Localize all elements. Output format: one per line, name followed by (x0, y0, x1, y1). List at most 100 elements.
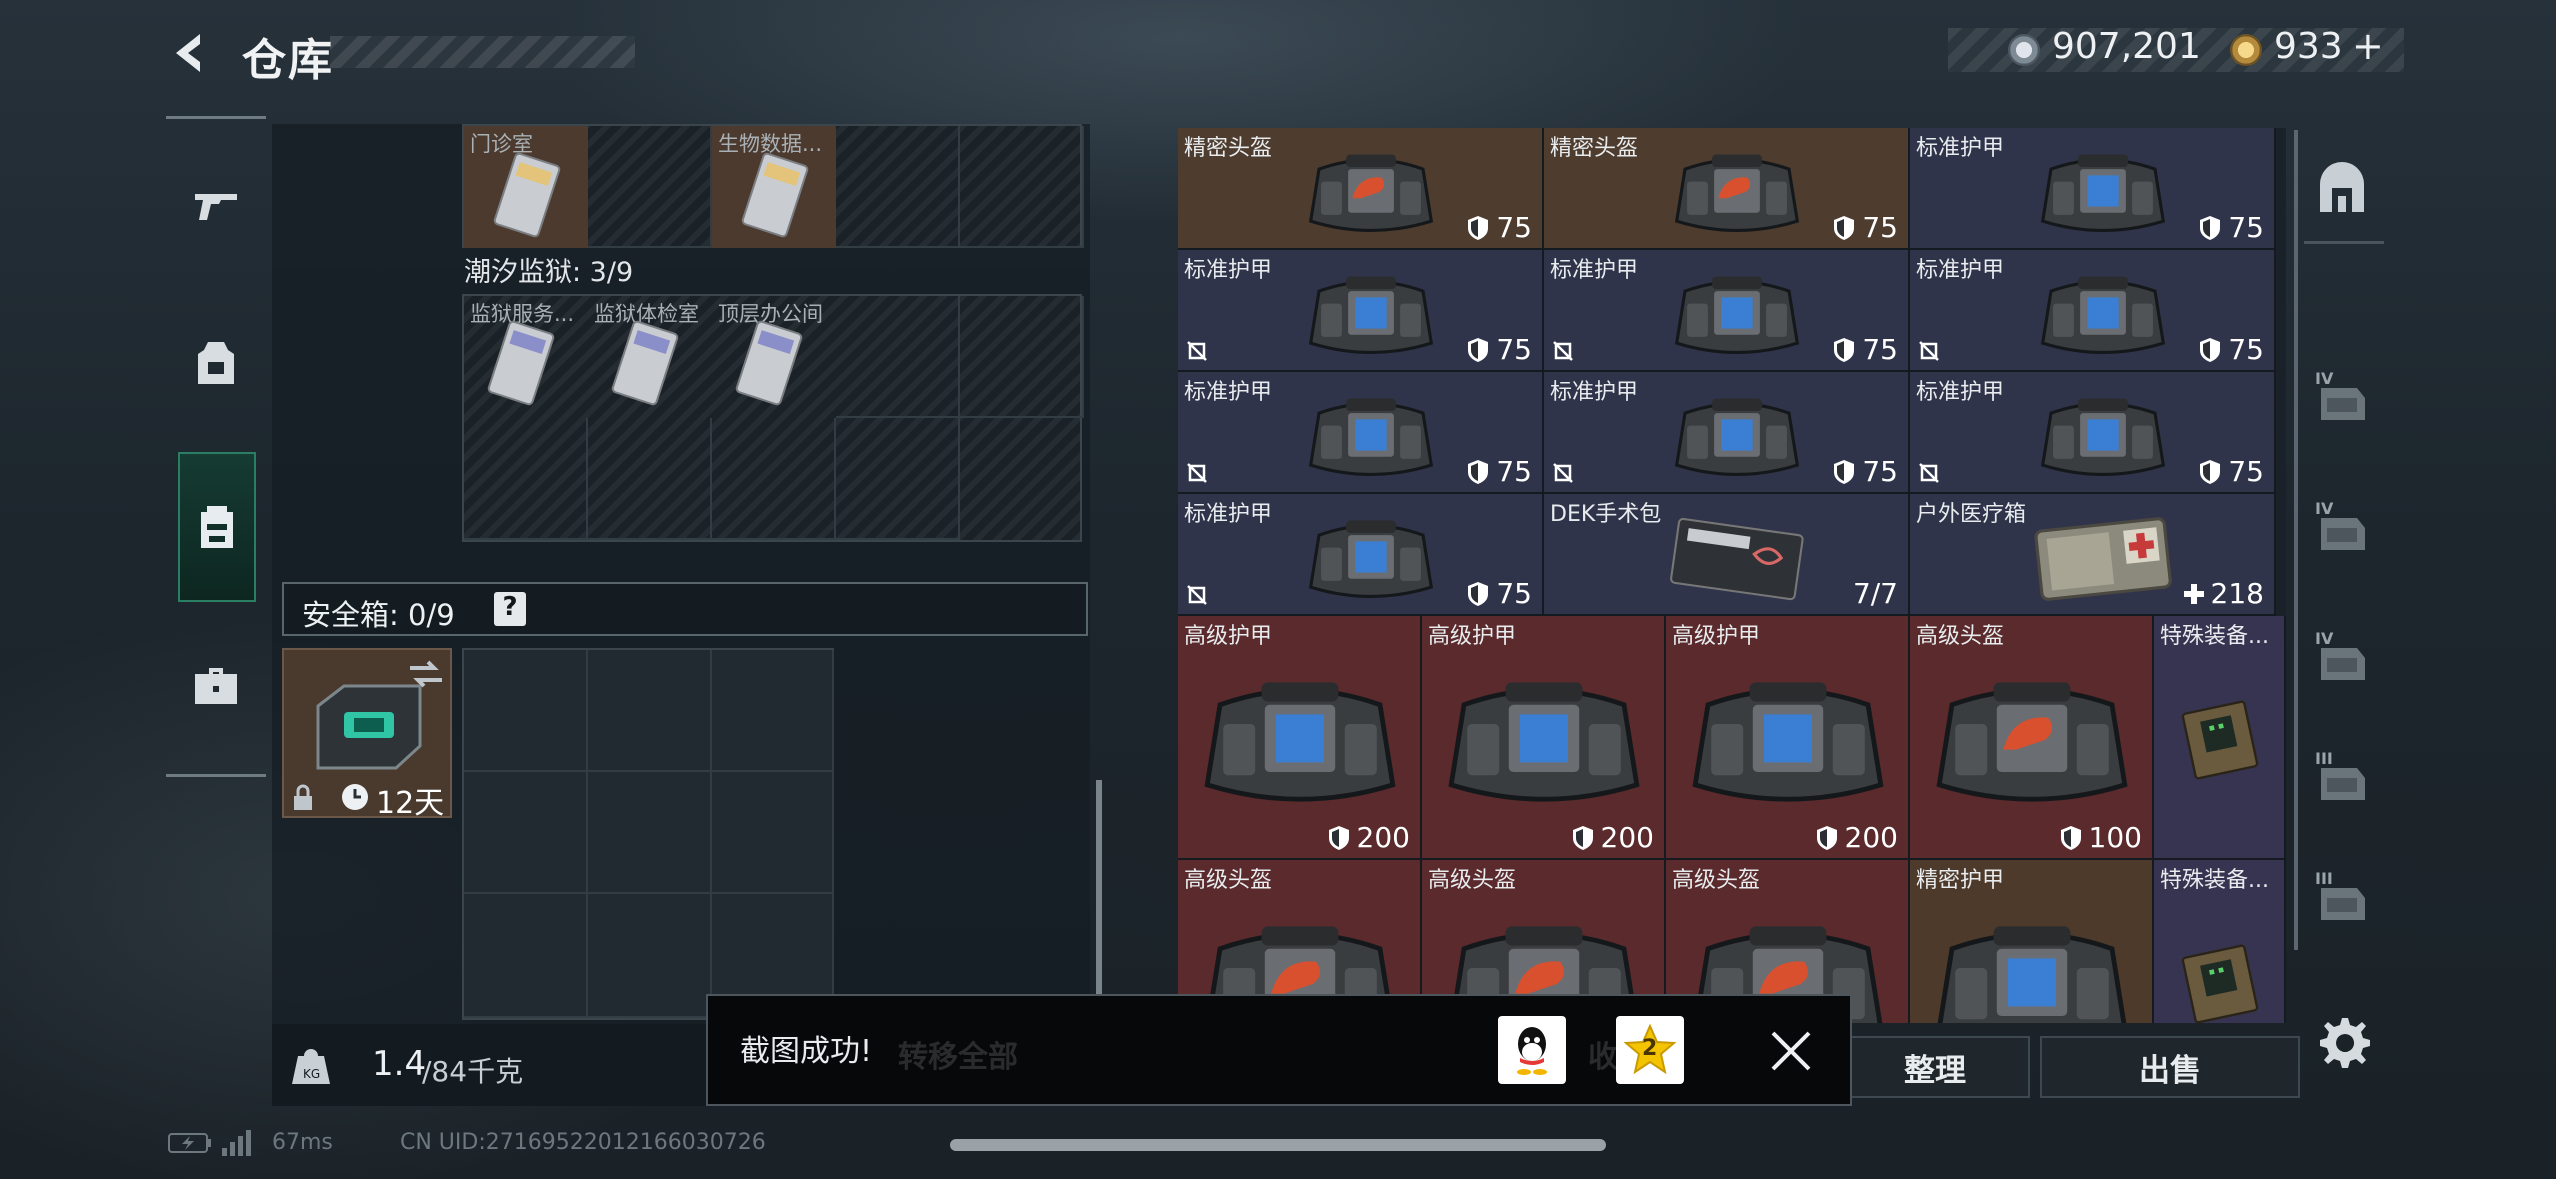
item-name: 精密头盔 (1184, 136, 1273, 161)
keycard-biodata[interactable]: 生物数据... (712, 126, 836, 248)
item-value: 200 (1327, 821, 1410, 854)
item-value: 75 (1466, 577, 1532, 610)
prison-keys-title: 潮汐监狱: 3/9 (464, 257, 634, 288)
stash-item-large[interactable]: 高级护甲 200 (1178, 616, 1422, 860)
share-qzone-icon[interactable]: 2 (1616, 1016, 1684, 1084)
safe-case-item[interactable]: 12天 (282, 648, 452, 821)
empty-slot[interactable] (836, 296, 960, 418)
item-name: 高级头盔 (1916, 624, 2005, 649)
nav-backpack-tab[interactable] (178, 452, 256, 602)
item-value: 100 (2059, 821, 2142, 854)
swap-icon[interactable] (408, 660, 444, 688)
stash-item-large[interactable]: 高级护甲 200 (1422, 616, 1666, 860)
stash-item-large[interactable]: 高级头盔 100 (1910, 616, 2154, 860)
item-name: 特殊装备... (2160, 624, 2269, 649)
broken-durability-icon (1187, 585, 1207, 605)
stash-item[interactable]: 标准护甲 75 (1544, 250, 1910, 372)
filter-all-icon[interactable] (2314, 162, 2370, 222)
empty-slot[interactable] (464, 418, 588, 540)
empty-slot[interactable] (712, 418, 836, 540)
durability-shield-icon (1468, 215, 1489, 240)
stash-item[interactable]: 精密头盔 75 (1544, 128, 1910, 250)
keycard-prison-exam[interactable]: 监狱体检室 (588, 296, 712, 418)
sell-button[interactable]: 出售 (2040, 1036, 2300, 1098)
stash-item[interactable]: 标准护甲 75 (1178, 494, 1544, 616)
stash-item[interactable]: 户外医疗箱 218 (1910, 494, 2276, 616)
home-indicator[interactable] (950, 1139, 1606, 1151)
stash-scrollbar[interactable] (2294, 130, 2298, 950)
empty-slot[interactable] (588, 418, 712, 540)
stash-item[interactable]: 标准护甲 75 (1178, 250, 1544, 372)
empty-slot[interactable] (836, 418, 960, 540)
keycard-clinic[interactable]: 门诊室 (464, 126, 588, 248)
armor-bag-icon (2040, 276, 2166, 355)
nav-weapon-icon[interactable] (178, 168, 254, 244)
help-icon[interactable]: ? (494, 592, 526, 626)
stash-item[interactable]: 精密头盔 75 (1178, 128, 1544, 250)
stash-item[interactable]: DEK手术包 7/7 (1544, 494, 1910, 616)
armor-bag-icon (2040, 154, 2166, 233)
stash-item-large[interactable]: 特殊装备... (2154, 860, 2286, 1023)
stash-item[interactable]: 标准护甲 75 (1910, 250, 2276, 372)
stash-item-large[interactable]: 高级护甲 200 (1666, 616, 1910, 860)
empty-slot[interactable] (588, 894, 712, 1018)
share-qq-icon[interactable] (1498, 1016, 1566, 1084)
add-currency-icon[interactable]: + (2352, 24, 2384, 68)
screenshot-toast: 截图成功! 转移全部 收 2 (706, 994, 1852, 1106)
stash-item[interactable]: 标准护甲 75 (1178, 372, 1544, 494)
empty-slot[interactable] (712, 772, 834, 894)
tier-badge-icon: IV (2315, 499, 2365, 550)
filter-tier-icon[interactable]: III (2308, 740, 2380, 812)
item-name: 精密护甲 (1916, 868, 2005, 893)
svg-text:IV: IV (2315, 499, 2334, 518)
item-value: 75 (1832, 333, 1898, 366)
weight-icon: KG (292, 1049, 330, 1084)
nav-armor-icon[interactable] (178, 326, 254, 402)
item-name: 标准护甲 (1916, 258, 2005, 283)
top-container-grid: 门诊室 生物数据... (462, 124, 1084, 248)
filter-tier-icon[interactable]: IV (2308, 490, 2380, 562)
title-stripe (330, 36, 635, 68)
empty-slot[interactable] (712, 650, 834, 772)
item-value: 218 (2183, 577, 2264, 610)
empty-slot[interactable] (464, 772, 588, 894)
empty-slot[interactable] (960, 296, 1084, 418)
settings-gear-icon[interactable] (2318, 1016, 2372, 1074)
filter-tier-icon[interactable]: IV (2308, 620, 2380, 692)
safe-box-header: 安全箱: 0/9 ? (282, 582, 1088, 636)
arrange-button[interactable]: 整理 (1840, 1036, 2030, 1098)
item-value: 75 (2198, 211, 2264, 244)
empty-slot[interactable] (836, 126, 960, 248)
lock-icon (294, 784, 312, 810)
stash-item[interactable]: 标准护甲 75 (1910, 372, 2276, 494)
nav-case-icon[interactable] (178, 648, 254, 724)
empty-slot[interactable] (588, 772, 712, 894)
durability-shield-icon (1328, 825, 1349, 850)
item-name: 高级头盔 (1428, 868, 1517, 893)
backpack-icon (201, 506, 233, 548)
keycard-top-office[interactable]: 顶层办公间 (712, 296, 836, 418)
keycard-prison-service[interactable]: 监狱服务... (464, 296, 588, 418)
stash-item[interactable]: 标准护甲 75 (1544, 372, 1910, 494)
empty-slot[interactable] (464, 650, 588, 772)
tier-badge-icon: IV (2315, 629, 2365, 680)
safe-box-title: 安全箱: 0/9 (302, 598, 455, 632)
collect-button-behind[interactable]: 收 (1588, 1032, 1618, 1076)
left-scrollbar[interactable] (1096, 780, 1102, 1020)
empty-slot[interactable] (588, 650, 712, 772)
page-title: 仓库 (242, 35, 334, 86)
weight-max: /84千克 (422, 1055, 524, 1088)
close-icon[interactable] (1770, 1030, 1812, 1076)
empty-slot[interactable] (464, 894, 588, 1018)
keycard-icon (735, 320, 803, 406)
back-arrow-icon[interactable] (168, 30, 214, 76)
durability-shield-icon (1834, 215, 1855, 240)
stash-item-large[interactable]: 精密护甲 (1910, 860, 2154, 1023)
empty-slot[interactable] (960, 126, 1084, 248)
filter-tier-icon[interactable]: IV (2308, 360, 2380, 432)
stash-item[interactable]: 标准护甲 75 (1910, 128, 2276, 250)
empty-slot[interactable] (588, 126, 712, 248)
filter-tier-icon[interactable]: III (2308, 860, 2380, 932)
transfer-all-button-behind[interactable]: 转移全部 (898, 1032, 1018, 1076)
stash-item-large[interactable]: 特殊装备... (2154, 616, 2286, 860)
